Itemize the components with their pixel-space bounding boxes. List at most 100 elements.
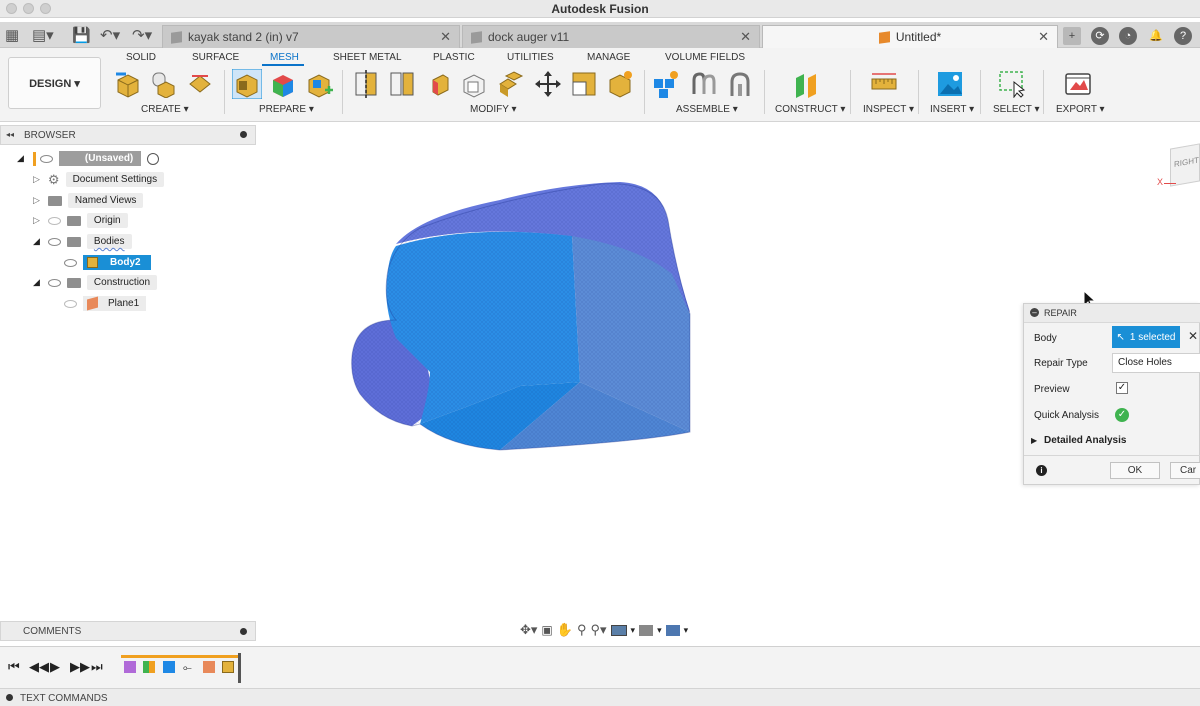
shell-mesh-icon[interactable] (426, 70, 454, 98)
timeline-marker[interactable] (238, 653, 241, 683)
doc-tab-untitled[interactable]: Untitled* ✕ (762, 25, 1058, 48)
canvas-viewport[interactable] (0, 124, 1200, 644)
scale-mesh-icon[interactable] (570, 70, 598, 98)
go-to-end-icon[interactable]: ⏭ (91, 659, 103, 675)
timeline-feature-move[interactable]: ⟜ (183, 662, 192, 675)
timeline-feature-component[interactable] (124, 661, 136, 673)
extensions-icon[interactable]: ⟳ (1091, 27, 1109, 45)
orbit-icon[interactable]: ✥▾ (520, 622, 537, 638)
tree-label[interactable]: Named Views (67, 193, 144, 208)
preview-checkbox[interactable]: ✓ (1116, 382, 1128, 394)
redo-icon[interactable]: ↷▾ (132, 25, 152, 45)
browser-panel-header[interactable]: ◂◂ BROWSER (0, 125, 256, 145)
tree-item-construction[interactable]: ◢ Construction (33, 274, 158, 291)
group-inspect[interactable]: INSPECT ▾ (863, 104, 914, 115)
repair-mesh-icon[interactable] (232, 69, 262, 99)
reduce-icon[interactable] (460, 70, 488, 98)
body-selection-button[interactable]: ↖ 1 selected (1112, 326, 1180, 348)
construction-plane-icon[interactable] (792, 70, 820, 98)
browser-pin-icon[interactable] (240, 131, 247, 138)
expand-arrow-icon[interactable]: ▷ (33, 195, 40, 206)
export-icon[interactable] (1064, 70, 1092, 98)
tree-item-body2[interactable]: Body2 (64, 254, 151, 271)
help-icon[interactable]: ? (1174, 27, 1192, 45)
tree-item-origin[interactable]: ▷ Origin (33, 212, 128, 229)
dropdown-arrow-icon[interactable]: ▾ (631, 625, 636, 636)
ok-button[interactable]: OK (1110, 462, 1160, 479)
tab-manage[interactable]: MANAGE (587, 52, 630, 63)
tree-label[interactable]: Construction (86, 275, 158, 290)
insert-mesh-icon[interactable] (114, 70, 142, 98)
group-export[interactable]: EXPORT ▾ (1056, 104, 1105, 115)
group-prepare[interactable]: PREPARE ▾ (259, 104, 314, 115)
plane-cut-icon[interactable] (352, 70, 380, 98)
zoom-window-icon[interactable]: ⚲▾ (590, 622, 606, 638)
visibility-eye-icon[interactable] (64, 258, 77, 267)
tab-solid[interactable]: SOLID (126, 52, 156, 63)
group-assemble[interactable]: ASSEMBLE ▾ (676, 104, 738, 115)
close-tab-icon[interactable]: ✕ (740, 29, 751, 45)
insert-image-icon[interactable] (936, 70, 964, 98)
tessellate-icon[interactable] (186, 70, 214, 98)
mesh-body-render[interactable] (0, 124, 1200, 644)
job-status-icon[interactable]: ◔ (1119, 27, 1137, 45)
expand-arrow-icon[interactable]: ▷ (33, 174, 40, 185)
tree-item-bodies[interactable]: ◢ Bodies (33, 233, 132, 250)
create-base-feature-icon[interactable] (148, 70, 176, 98)
notifications-icon[interactable]: 🔔 (1147, 27, 1165, 45)
tab-surface[interactable]: SURFACE (192, 52, 239, 63)
cancel-button[interactable]: Car (1170, 462, 1200, 479)
remesh-icon[interactable] (497, 70, 525, 98)
dropdown-arrow-icon[interactable]: ▾ (684, 625, 689, 636)
tab-volume-fields[interactable]: VOLUME FIELDS (665, 52, 745, 63)
comments-add-icon[interactable] (240, 628, 247, 635)
visibility-eye-icon[interactable] (47, 278, 61, 287)
generate-face-groups-icon[interactable] (269, 70, 297, 98)
tree-item-named-views[interactable]: ▷ Named Views (33, 192, 144, 209)
tree-label[interactable]: Document Settings (65, 172, 165, 187)
expand-arrow-icon[interactable]: ▷ (33, 215, 40, 226)
group-insert[interactable]: INSERT ▾ (930, 104, 974, 115)
group-construct[interactable]: CONSTRUCT ▾ (775, 104, 845, 115)
group-select[interactable]: SELECT ▾ (993, 104, 1040, 115)
detailed-analysis-toggle[interactable]: Detailed Analysis (1044, 435, 1126, 446)
close-tab-icon[interactable]: ✕ (1038, 29, 1049, 45)
doc-tab-kayak-stand[interactable]: kayak stand 2 (in) v7 ✕ (162, 25, 460, 48)
activate-radio-icon[interactable] (147, 152, 160, 165)
hidden-eye-icon[interactable] (47, 216, 61, 225)
group-modify[interactable]: MODIFY ▾ (470, 104, 517, 115)
info-icon[interactable]: i (1036, 465, 1047, 476)
viewcube-face-label[interactable]: RIGHT (1174, 156, 1199, 169)
collapse-browser-icon[interactable]: ◂◂ (6, 130, 14, 139)
group-create[interactable]: CREATE ▾ (141, 104, 189, 115)
move-copy-icon[interactable] (534, 70, 562, 98)
new-tab-icon[interactable]: + (1063, 27, 1081, 45)
collapse-dialog-icon[interactable]: – (1030, 308, 1039, 317)
file-menu-icon[interactable]: ▤▾ (32, 25, 54, 45)
go-to-start-icon[interactable]: ⏮ (8, 659, 20, 675)
save-icon[interactable]: 💾 (72, 25, 91, 45)
measure-icon[interactable] (870, 70, 898, 98)
pan-hand-icon[interactable]: ✋ (557, 622, 573, 638)
joint-icon[interactable] (690, 70, 718, 98)
tab-sheet-metal[interactable]: SHEET METAL (333, 52, 402, 63)
tree-label[interactable]: Origin (86, 213, 128, 228)
expand-arrow-icon[interactable]: ▶ (1031, 436, 1037, 445)
close-tab-icon[interactable]: ✕ (440, 29, 451, 45)
repair-dialog-header[interactable]: – REPAIR (1024, 304, 1200, 323)
tree-label-unsaved[interactable]: (Unsaved) (58, 151, 142, 166)
separate-icon[interactable] (388, 70, 416, 98)
hidden-eye-icon[interactable] (64, 299, 77, 308)
tree-item-document-settings[interactable]: ▷ ⚙ Document Settings (33, 171, 165, 188)
tree-label-box[interactable]: Plane1 (83, 296, 147, 311)
undo-icon[interactable]: ↶▾ (100, 25, 120, 45)
tree-item-plane1[interactable]: Plane1 (64, 295, 147, 312)
collapse-arrow-icon[interactable]: ◢ (33, 277, 40, 288)
text-commands-toggle-icon[interactable] (6, 694, 13, 701)
look-at-icon[interactable]: ▣ (541, 623, 552, 637)
tab-plastic[interactable]: PLASTIC (433, 52, 475, 63)
tree-label-selected[interactable]: Body2 (83, 255, 151, 270)
timeline-feature-repair[interactable] (222, 661, 234, 673)
tree-root-unsaved[interactable]: ◢ (Unsaved) (17, 150, 160, 167)
viewcube[interactable]: RIGHT (1170, 143, 1200, 187)
